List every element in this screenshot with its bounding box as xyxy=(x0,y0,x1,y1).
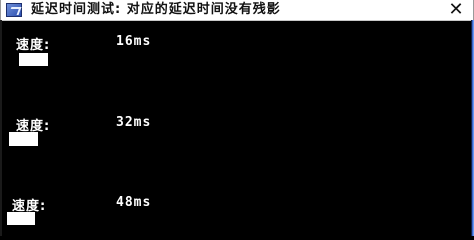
speed-label-1: 速度: xyxy=(16,38,51,53)
moving-block-1 xyxy=(19,53,48,66)
moving-block-3 xyxy=(7,212,35,225)
speed-value-2: 32ms xyxy=(116,115,152,130)
window-left-border xyxy=(0,20,2,236)
speed-value-1: 16ms xyxy=(116,34,152,49)
close-button[interactable]: ✕ xyxy=(445,0,467,20)
title-bar[interactable]: 延迟时间测试: 对应的延迟时间没有残影 ✕ xyxy=(0,0,474,21)
moving-block-2 xyxy=(9,132,38,146)
app-icon xyxy=(6,3,22,17)
speed-value-3: 48ms xyxy=(116,195,152,210)
app-window: 延迟时间测试: 对应的延迟时间没有残影 ✕ 速度: 16ms 速度: 32ms … xyxy=(0,0,474,236)
window-title: 延迟时间测试: 对应的延迟时间没有残影 xyxy=(31,2,281,17)
